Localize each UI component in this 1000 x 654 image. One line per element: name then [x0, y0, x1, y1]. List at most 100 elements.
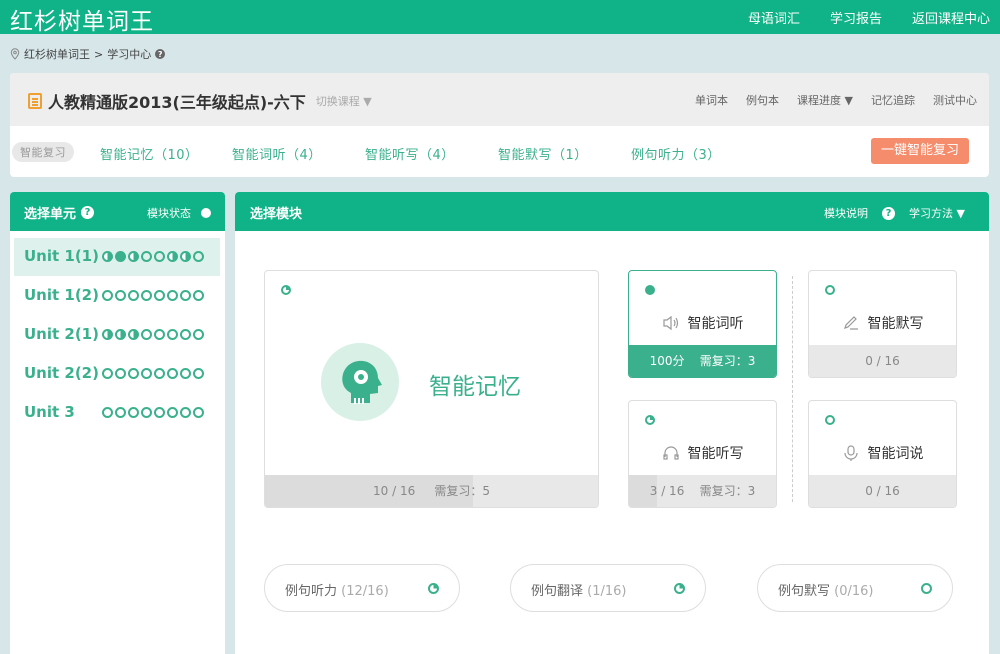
- sentence-listening-label: 例句听力: [285, 584, 338, 599]
- smart-dictation-progress: 3 / 16: [649, 484, 685, 498]
- tab-smart-dictation[interactable]: 智能听写（4）: [365, 144, 455, 163]
- nav-study-report[interactable]: 学习报告: [830, 8, 882, 27]
- module-status-dot-icon: [102, 251, 113, 262]
- progress-indicator-icon: [674, 583, 685, 594]
- module-status-dot-icon: [128, 251, 139, 262]
- smart-silent-writing-footer: 0 / 16: [809, 345, 956, 377]
- unit-panel-header: 选择单元 ? 模块状态: [10, 192, 225, 231]
- smart-dictation-card[interactable]: 智能听写 3 / 16 需复习：3: [628, 400, 777, 508]
- module-status-dot-icon: [193, 329, 204, 340]
- unit-item[interactable]: Unit 1(1): [14, 238, 220, 276]
- help-icon[interactable]: ?: [155, 49, 166, 59]
- course-header-card: 人教精通版2013(三年级起点)-六下 切换课程 ▼ 单词本 例句本 课程进度 …: [10, 73, 989, 177]
- unit-item[interactable]: Unit 2(1): [14, 316, 220, 354]
- module-panel-title: 选择模块: [250, 207, 303, 222]
- module-status-dot-icon: [180, 290, 191, 301]
- app-logo[interactable]: 红杉树单词王: [10, 2, 154, 36]
- location-pin-icon: [10, 48, 20, 60]
- tab-smart-word-listen[interactable]: 智能词听（4）: [232, 144, 322, 163]
- smart-silent-writing-card[interactable]: 智能默写 0 / 16: [808, 270, 957, 378]
- smart-speak-card[interactable]: 智能词说 0 / 16: [808, 400, 957, 508]
- progress-indicator-icon: [645, 285, 655, 295]
- module-status-dot-icon: [115, 407, 126, 418]
- module-panel-links: 模块说明 ? 学习方法 ▼: [824, 205, 965, 221]
- nav-back-course-center[interactable]: 返回课程中心: [912, 8, 990, 27]
- module-status-dot-icon: [154, 290, 165, 301]
- module-status-dot-icon: [141, 407, 152, 418]
- unit-item[interactable]: Unit 3: [14, 394, 220, 432]
- smart-word-listen-score: 100分: [649, 354, 685, 368]
- sentence-translation-button[interactable]: 例句翻译 (1/16): [510, 564, 706, 612]
- module-status-dot-icon: [154, 251, 165, 262]
- unit-panel-title-row: 选择单元 ?: [24, 203, 95, 222]
- word-book-link[interactable]: 单词本: [695, 92, 728, 108]
- switch-course-dropdown[interactable]: 切换课程 ▼: [316, 93, 372, 109]
- unit-module-status: [102, 368, 204, 379]
- tab-smart-review[interactable]: 智能复习: [12, 142, 74, 162]
- module-status-dot-icon: [128, 290, 139, 301]
- study-method-dropdown[interactable]: 学习方法 ▼: [909, 205, 965, 221]
- smart-word-listen-review-count: 需复习：3: [699, 354, 756, 368]
- module-status-dot-icon: [128, 329, 139, 340]
- module-state-toggle[interactable]: 模块状态: [147, 205, 211, 221]
- memory-tracking-link[interactable]: 记忆追踪: [871, 92, 915, 108]
- module-status-dot-icon: [180, 407, 191, 418]
- breadcrumb-separator: >: [94, 47, 104, 61]
- module-status-dot-icon: [102, 407, 113, 418]
- module-state-label: 模块状态: [147, 207, 191, 220]
- course-header: 人教精通版2013(三年级起点)-六下 切换课程 ▼ 单词本 例句本 课程进度 …: [10, 73, 989, 126]
- unit-name: Unit 1(1): [24, 247, 99, 265]
- smart-memory-card[interactable]: 智能记忆 10 / 16 需复习：5: [264, 270, 599, 508]
- tab-sentence-listening[interactable]: 例句听力（3）: [631, 144, 721, 163]
- nav-native-vocab[interactable]: 母语词汇: [748, 8, 800, 27]
- one-click-review-button[interactable]: 一键智能复习: [871, 138, 969, 164]
- sentence-writing-label-row: 例句默写 (0/16): [778, 580, 874, 599]
- unit-panel-title: 选择单元: [24, 207, 77, 222]
- module-status-dot-icon: [115, 251, 126, 262]
- breadcrumb-home[interactable]: 红杉树单词王: [24, 46, 90, 62]
- module-status-dot-icon: [115, 290, 126, 301]
- smart-word-listen-card[interactable]: 智能词听 100分 需复习：3: [628, 270, 777, 378]
- course-title: 人教精通版2013(三年级起点)-六下: [48, 93, 306, 112]
- sentence-writing-label: 例句默写: [778, 584, 831, 599]
- test-center-link[interactable]: 测试中心: [933, 92, 977, 108]
- module-status-dot-icon: [167, 407, 178, 418]
- smart-silent-writing-label: 智能默写: [867, 316, 924, 332]
- module-status-dot-icon: [193, 368, 204, 379]
- divider: [792, 276, 793, 502]
- book-icon: [28, 93, 42, 109]
- smart-speak-label: 智能词说: [867, 446, 924, 462]
- smart-dictation-label-row: 智能听写: [629, 443, 776, 463]
- sentence-writing-count: (0/16): [834, 584, 874, 599]
- module-status-dot-icon: [128, 368, 139, 379]
- module-status-dot-icon: [154, 407, 165, 418]
- module-status-dot-icon: [167, 290, 178, 301]
- headphones-icon: [662, 446, 679, 460]
- sentence-listening-count: (12/16): [341, 584, 389, 599]
- tab-smart-memory[interactable]: 智能记忆（10）: [100, 144, 199, 163]
- module-status-dot-icon: [141, 251, 152, 262]
- unit-item[interactable]: Unit 1(2): [14, 277, 220, 315]
- tab-smart-silent-writing[interactable]: 智能默写（1）: [498, 144, 588, 163]
- sentence-listening-label-row: 例句听力 (12/16): [285, 580, 389, 599]
- module-status-dot-icon: [193, 251, 204, 262]
- unit-module-status: [102, 290, 204, 301]
- module-status-dot-icon: [193, 290, 204, 301]
- module-explain-link[interactable]: 模块说明: [824, 205, 868, 221]
- smart-silent-writing-progress: 0 / 16: [865, 354, 900, 368]
- module-status-dot-icon: [167, 368, 178, 379]
- smart-speak-label-row: 智能词说: [809, 443, 956, 463]
- progress-indicator-icon: [645, 415, 655, 425]
- review-tabs: 智能复习 智能记忆（10） 智能词听（4） 智能听写（4） 智能默写（1） 例句…: [10, 126, 989, 177]
- unit-item[interactable]: Unit 2(2): [14, 355, 220, 393]
- sentence-listening-button[interactable]: 例句听力 (12/16): [264, 564, 460, 612]
- smart-speak-progress: 0 / 16: [865, 484, 900, 498]
- progress-indicator-icon: [825, 285, 835, 295]
- course-progress-dropdown[interactable]: 课程进度 ▼: [797, 92, 853, 108]
- help-icon[interactable]: ?: [81, 206, 95, 219]
- sentence-writing-button[interactable]: 例句默写 (0/16): [757, 564, 953, 612]
- top-nav: 母语词汇 学习报告 返回课程中心: [732, 0, 1000, 34]
- sentence-book-link[interactable]: 例句本: [746, 92, 779, 108]
- module-status-dot-icon: [102, 368, 113, 379]
- help-icon[interactable]: ?: [882, 206, 896, 220]
